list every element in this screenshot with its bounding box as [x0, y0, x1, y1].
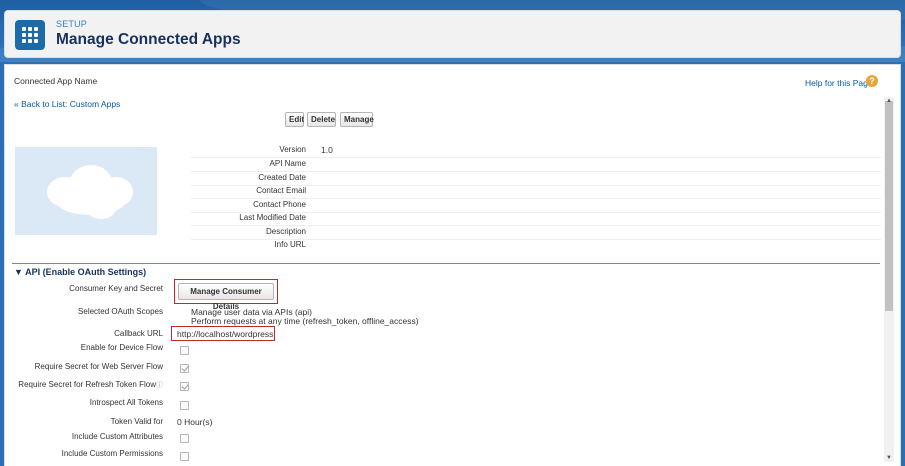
page-title: Manage Connected Apps	[56, 31, 241, 48]
device-flow-label: Enable for Device Flow	[80, 343, 163, 352]
introspect-checkbox[interactable]	[180, 401, 189, 410]
app-grid-icon	[15, 20, 45, 50]
api-name-label: API Name	[269, 159, 306, 168]
manage-button[interactable]: Manage	[340, 112, 374, 127]
help-icon[interactable]: ?	[866, 75, 878, 87]
manage-consumer-details-button[interactable]: Manage Consumer Details	[178, 283, 274, 311]
divider	[191, 157, 881, 158]
web-server-flow-label: Require Secret for Web Server Flow	[34, 362, 163, 371]
scroll-down-icon[interactable]: ▼	[885, 455, 893, 461]
divider	[191, 225, 881, 226]
oauth-scope-item: Perform requests at any time (refresh_to…	[191, 316, 419, 326]
custom-permissions-checkbox[interactable]	[180, 452, 189, 461]
info-url-label: Info URL	[274, 240, 306, 249]
token-valid-label: Token Valid for	[110, 417, 163, 426]
main-content: Connected App Name Help for this Page ? …	[4, 64, 901, 466]
back-to-list-link[interactable]: « Back to List: Custom Apps	[14, 99, 120, 109]
section-divider	[12, 263, 880, 264]
page-header: SETUP Manage Connected Apps	[4, 10, 901, 58]
version-label: Version	[279, 145, 306, 154]
custom-permissions-label: Include Custom Permissions	[61, 449, 163, 458]
divider	[191, 171, 881, 172]
refresh-token-flow-checkbox[interactable]	[180, 382, 189, 391]
custom-attributes-label: Include Custom Attributes	[71, 432, 163, 441]
callback-url-value: http://localhost/wordpress	[177, 329, 274, 339]
web-server-flow-checkbox[interactable]	[180, 364, 189, 373]
delete-button[interactable]: Delete	[307, 112, 336, 127]
info-icon[interactable]: ⓘ	[156, 382, 163, 389]
scrollbar-thumb[interactable]	[885, 101, 893, 311]
consumer-key-label: Consumer Key and Secret	[69, 284, 163, 293]
introspect-label: Introspect All Tokens	[89, 398, 163, 407]
api-section-toggle[interactable]: ▼ API (Enable OAuth Settings)	[14, 267, 146, 277]
custom-attributes-checkbox[interactable]	[180, 434, 189, 443]
version-value: 1.0	[321, 145, 333, 155]
help-for-page-link[interactable]: Help for this Page	[805, 78, 873, 88]
oauth-scopes-label: Selected OAuth Scopes	[78, 307, 163, 316]
refresh-token-flow-label: Require Secret for Refresh Token Flowⓘ	[18, 380, 163, 389]
contact-phone-label: Contact Phone	[253, 200, 306, 209]
connected-app-name-label: Connected App Name	[14, 76, 98, 86]
divider	[191, 198, 881, 199]
device-flow-checkbox[interactable]	[180, 346, 189, 355]
contact-email-label: Contact Email	[256, 186, 306, 195]
token-valid-value: 0 Hour(s)	[177, 417, 213, 427]
created-date-label: Created Date	[258, 173, 306, 182]
callback-url-label: Callback URL	[114, 329, 163, 338]
description-label: Description	[265, 227, 306, 236]
edit-button[interactable]: Edit	[285, 112, 304, 127]
last-modified-label: Last Modified Date	[239, 213, 306, 222]
scroll-up-icon[interactable]: ▲	[885, 98, 893, 104]
header-super-title: SETUP	[56, 19, 88, 29]
